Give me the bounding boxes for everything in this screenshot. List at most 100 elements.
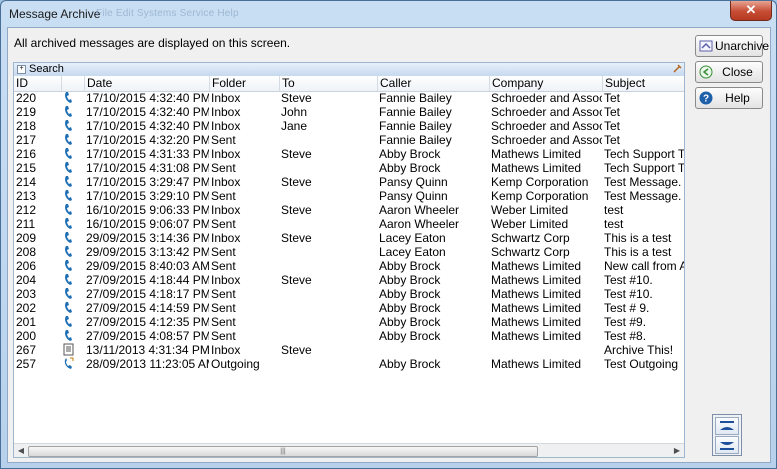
cell-company: Mathews Limited: [491, 147, 582, 161]
search-label: Search: [29, 63, 64, 75]
cell-caller: Lacey Eaton: [379, 231, 446, 245]
cell-subject: test: [604, 203, 624, 217]
cell-caller: [379, 343, 489, 357]
info-text: All archived messages are displayed on t…: [14, 36, 291, 50]
column-header-folder[interactable]: Folder: [210, 76, 280, 91]
cell-date: 27/09/2015 4:08:57 PM: [86, 329, 209, 343]
cell-subject: Tet: [604, 105, 621, 119]
row-type-icon-cell: [63, 329, 83, 343]
scrollbar-thumb[interactable]: |||: [28, 446, 538, 457]
row-type-icon-cell: [63, 189, 83, 203]
table-row[interactable]: 213 17/10/2015 3:29:10 PM Sent Pansy Quinn K…: [14, 189, 684, 203]
cell-id: 219: [16, 105, 37, 119]
table-row[interactable]: 209 29/09/2015 3:14:36 PM Inbox Steve Lacey …: [14, 231, 684, 245]
cell-company: Weber Limited: [491, 217, 569, 231]
cell-company: Schwartz Corp: [491, 231, 570, 245]
close-icon: ✕: [745, 2, 757, 17]
column-header-company[interactable]: Company: [490, 76, 603, 91]
table-row[interactable]: 202 27/09/2015 4:14:59 PM Sent Abby Brock Ma…: [14, 301, 684, 315]
table-row[interactable]: 215 17/10/2015 4:31:08 PM Sent Abby Brock Ma…: [14, 161, 684, 175]
window-close-button[interactable]: ✕: [730, 1, 772, 21]
cell-caller: Fannie Bailey: [379, 133, 452, 147]
cell-subject: Test #10.: [604, 273, 653, 287]
table-row[interactable]: 203 27/09/2015 4:18:17 PM Sent Abby Brock Ma…: [14, 287, 684, 301]
cell-date: 17/10/2015 4:32:20 PM: [86, 133, 209, 147]
table-row[interactable]: 217 17/10/2015 4:32:20 PM Sent Fannie Baile…: [14, 133, 684, 147]
phone-icon: [65, 92, 72, 103]
cell-folder: Inbox: [211, 175, 241, 189]
unarchive-icon: [699, 40, 713, 52]
cell-date: 16/10/2015 9:06:07 PM: [86, 217, 209, 231]
table-row[interactable]: 211 16/10/2015 9:06:07 PM Sent Aaron Wheele…: [14, 217, 684, 231]
cell-id: 217: [16, 133, 37, 147]
column-header-type[interactable]: [62, 76, 85, 91]
column-header-to[interactable]: To: [280, 76, 378, 91]
expand-icon[interactable]: +: [17, 64, 26, 74]
cell-date: 27/09/2015 4:18:17 PM: [86, 287, 209, 301]
cell-folder: Inbox: [211, 343, 241, 357]
nav-down-button[interactable]: [715, 436, 739, 454]
cell-subject: Test # 9.: [604, 301, 650, 315]
search-bar[interactable]: + Search: [14, 63, 684, 77]
cell-date: 17/10/2015 4:32:40 PM: [86, 105, 209, 119]
phone-icon: [65, 106, 72, 117]
cell-company: Schwartz Corp: [491, 245, 570, 259]
cell-to: [281, 161, 377, 175]
cell-to: Steve: [281, 203, 312, 217]
column-header-caller[interactable]: Caller: [378, 76, 490, 91]
horizontal-scrollbar[interactable]: ◀ ||| ▶: [14, 443, 684, 457]
phone-outgoing-icon: [64, 357, 74, 369]
table-row[interactable]: 201 27/09/2015 4:12:35 PM Sent Abby Brock Ma…: [14, 315, 684, 329]
table-row[interactable]: 220 17/10/2015 4:32:40 PM Inbox Steve Fannie…: [14, 91, 684, 105]
column-header-id[interactable]: ID: [14, 76, 62, 91]
nav-up-icon: [720, 421, 734, 430]
title-bar[interactable]: Message Archive File Edit Systems Servic…: [1, 1, 776, 27]
table-row[interactable]: 212 16/10/2015 9:06:33 PM Inbox Steve Aaron …: [14, 203, 684, 217]
cell-subject: Tet: [604, 119, 621, 133]
cell-folder: Outgoing: [211, 357, 260, 371]
table-row[interactable]: 214 17/10/2015 3:29:47 PM Inbox Steve Pansy …: [14, 175, 684, 189]
close-button[interactable]: Close: [695, 61, 763, 83]
table-row[interactable]: 206 29/09/2015 8:40:03 AM Sent Abby Brock Ma…: [14, 259, 684, 273]
cell-to: [281, 357, 377, 371]
row-type-icon-cell: [63, 91, 83, 105]
cell-to: John: [281, 105, 308, 119]
cell-subject: Tet: [604, 133, 621, 147]
cell-to: [281, 259, 377, 273]
cell-folder: Inbox: [211, 91, 241, 105]
cell-date: 16/10/2015 9:06:33 PM: [86, 203, 209, 217]
cell-to: [281, 315, 377, 329]
phone-icon: [65, 204, 72, 215]
column-header-subject[interactable]: Subject: [603, 76, 684, 91]
unarchive-button[interactable]: Unarchive: [695, 35, 769, 57]
cell-subject: Test Message.: [604, 175, 682, 189]
cell-caller: Abby Brock: [379, 273, 441, 287]
table-row[interactable]: 267 13/11/2013 4:31:34 PM Inbox Steve Archiv…: [14, 343, 684, 357]
pin-icon[interactable]: [672, 64, 682, 74]
table-row[interactable]: 218 17/10/2015 4:32:40 PM Inbox Jane Fannie …: [14, 119, 684, 133]
table-row[interactable]: 200 27/09/2015 4:08:57 PM Sent Abby Brock Ma…: [14, 329, 684, 343]
cell-caller: Fannie Bailey: [379, 119, 452, 133]
row-type-icon-cell: [63, 259, 83, 273]
cell-caller: Abby Brock: [379, 315, 441, 329]
scroll-right-icon[interactable]: ▶: [670, 444, 684, 457]
phone-icon: [65, 120, 72, 131]
table-row[interactable]: 257 28/09/2013 11:23:05 AM Outgoing Abby Br…: [14, 357, 684, 371]
nav-up-button[interactable]: [715, 417, 739, 435]
column-header-date[interactable]: Date: [85, 76, 210, 91]
cell-company: Mathews Limited: [491, 161, 582, 175]
help-button[interactable]: ? Help: [695, 87, 763, 109]
table-row[interactable]: 204 27/09/2015 4:18:44 PM Inbox Steve Abby B…: [14, 273, 684, 287]
scroll-left-icon[interactable]: ◀: [14, 444, 28, 457]
row-type-icon-cell: [63, 273, 83, 287]
row-type-icon-cell: [63, 147, 83, 161]
row-type-icon-cell: [63, 301, 83, 315]
cell-subject: Tech Support Test: [604, 147, 684, 161]
cell-caller: Pansy Quinn: [379, 189, 448, 203]
table-row[interactable]: 208 29/09/2015 3:13:42 PM Sent Lacey Eaton S…: [14, 245, 684, 259]
row-type-icon-cell: [63, 161, 83, 175]
cell-folder: Sent: [211, 301, 236, 315]
table-row[interactable]: 219 17/10/2015 4:32:40 PM Inbox John Fannie …: [14, 105, 684, 119]
table-row[interactable]: 216 17/10/2015 4:31:33 PM Inbox Steve Abby B…: [14, 147, 684, 161]
cell-id: 214: [16, 175, 37, 189]
